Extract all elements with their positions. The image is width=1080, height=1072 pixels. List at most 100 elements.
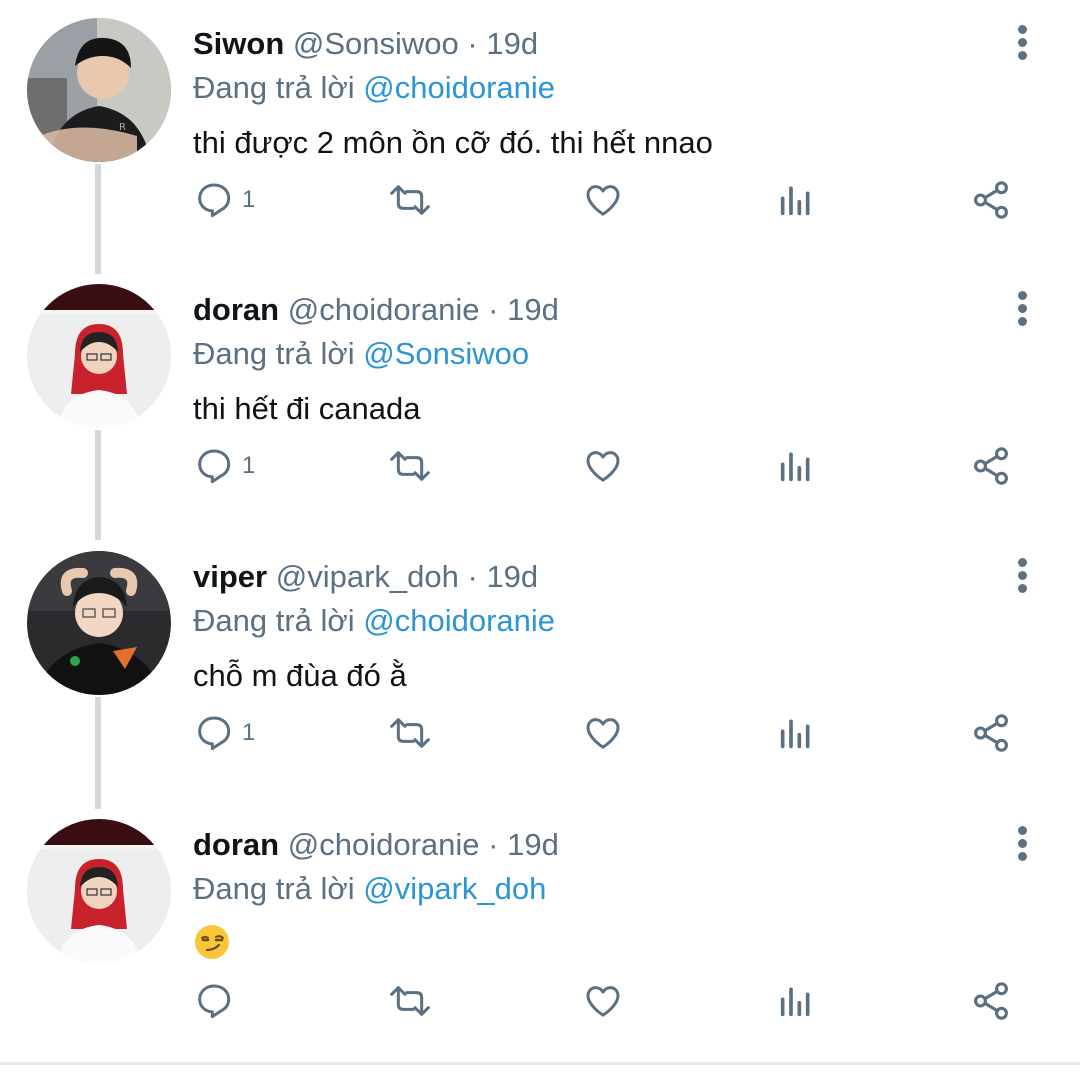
retweet-icon <box>390 451 430 481</box>
more-options-icon[interactable] <box>1004 823 1040 869</box>
replying-to-label: Đang trả lời <box>193 871 355 906</box>
display-name[interactable]: Siwon <box>193 26 284 61</box>
separator-dot: · <box>488 827 499 862</box>
action-bar <box>190 977 1030 1025</box>
retweet-icon <box>390 185 430 215</box>
retweet-button[interactable] <box>386 709 434 757</box>
tweet-text: chỗ m đùa đó ằ <box>193 658 407 693</box>
reply-button[interactable]: 1 <box>194 709 255 757</box>
replying-to-mention[interactable]: @choidoranie <box>363 70 555 105</box>
reply-tweet[interactable]: doran @choidoranie · 19d Đang trả lời @v… <box>0 801 1080 1067</box>
user-handle[interactable]: @Sonsiwoo <box>293 26 459 61</box>
separator-dot: · <box>467 26 478 61</box>
analytics-button[interactable] <box>776 442 816 490</box>
user-handle[interactable]: @choidoranie <box>288 292 480 327</box>
avatar[interactable] <box>27 284 171 428</box>
reply-tweet[interactable]: viper @vipark_doh · 19d Đang trả lời @ch… <box>0 533 1080 809</box>
thread-line <box>95 164 101 274</box>
tweet-header: doran @choidoranie · 19d <box>193 290 559 330</box>
timestamp[interactable]: 19d <box>507 292 559 327</box>
analytics-icon <box>780 987 810 1017</box>
like-icon <box>586 718 620 749</box>
retweet-icon <box>390 986 430 1016</box>
user-handle[interactable]: @choidoranie <box>288 827 480 862</box>
reply-icon <box>198 449 231 484</box>
bottom-divider <box>0 1062 1080 1065</box>
analytics-button[interactable] <box>776 709 816 757</box>
retweet-icon <box>390 718 430 748</box>
like-button[interactable] <box>582 977 624 1025</box>
replying-to-mention[interactable]: @choidoranie <box>363 603 555 638</box>
analytics-button[interactable] <box>776 977 816 1025</box>
share-button[interactable] <box>970 442 1012 490</box>
tweet-text: thi hết đi canada <box>193 391 421 426</box>
timestamp[interactable]: 19d <box>486 26 538 61</box>
action-bar: 1 <box>190 176 1030 224</box>
share-icon <box>974 982 1008 1020</box>
tweet-header: Siwon @Sonsiwoo · 19d <box>193 24 538 64</box>
analytics-button[interactable] <box>776 176 816 224</box>
reply-count: 1 <box>242 452 256 479</box>
tweet-header: doran @choidoranie · 19d <box>193 825 559 865</box>
share-icon <box>974 714 1008 752</box>
like-button[interactable] <box>582 709 624 757</box>
separator-dot: · <box>488 292 499 327</box>
replying-to-line: Đang trả lời @choidoranie <box>193 68 555 108</box>
display-name[interactable]: doran <box>193 292 279 327</box>
action-bar: 1 <box>190 442 1030 490</box>
like-icon <box>586 986 620 1017</box>
user-handle[interactable]: @vipark_doh <box>276 559 459 594</box>
thread-line <box>95 697 101 809</box>
replying-to-line: Đang trả lời @choidoranie <box>193 601 555 641</box>
replying-to-label: Đang trả lời <box>193 70 355 105</box>
reply-icon <box>198 716 231 751</box>
share-button[interactable] <box>970 977 1012 1025</box>
replying-to-label: Đang trả lời <box>193 603 355 638</box>
more-options-icon[interactable] <box>1004 288 1040 334</box>
replying-to-line: Đang trả lời @vipark_doh <box>193 869 546 909</box>
replying-to-mention[interactable]: @vipark_doh <box>363 871 546 906</box>
reply-tweet[interactable]: doran @choidoranie · 19d Đang trả lời @S… <box>0 266 1080 540</box>
display-name[interactable]: viper <box>193 559 267 594</box>
retweet-button[interactable] <box>386 176 434 224</box>
tweet-text <box>193 923 231 972</box>
analytics-icon <box>780 719 810 749</box>
reply-button[interactable]: 1 <box>194 176 255 224</box>
more-options-icon[interactable] <box>1004 22 1040 68</box>
more-options-icon[interactable] <box>1004 555 1040 601</box>
like-icon <box>586 451 620 482</box>
reply-button[interactable]: 1 <box>194 442 255 490</box>
svg-text:R: R <box>119 122 126 133</box>
avatar[interactable] <box>27 819 171 963</box>
reply-button[interactable] <box>194 977 242 1025</box>
share-icon <box>974 181 1008 219</box>
tweet-text: thi được 2 môn ồn cỡ đó. thi hết nnao <box>193 125 713 160</box>
avatar[interactable] <box>27 551 171 695</box>
smirking-face-emoji <box>195 925 229 959</box>
retweet-button[interactable] <box>386 977 434 1025</box>
timestamp[interactable]: 19d <box>507 827 559 862</box>
reply-count: 1 <box>242 186 256 213</box>
share-icon <box>974 447 1008 485</box>
analytics-icon <box>780 452 810 482</box>
replying-to-line: Đang trả lời @Sonsiwoo <box>193 334 529 374</box>
share-button[interactable] <box>970 176 1012 224</box>
replying-to-mention[interactable]: @Sonsiwoo <box>363 336 529 371</box>
like-button[interactable] <box>582 442 624 490</box>
retweet-button[interactable] <box>386 442 434 490</box>
avatar[interactable]: R <box>27 18 171 162</box>
like-button[interactable] <box>582 176 624 224</box>
share-button[interactable] <box>970 709 1012 757</box>
thread-line <box>95 430 101 540</box>
reply-icon <box>198 183 231 218</box>
separator-dot: · <box>467 559 478 594</box>
display-name[interactable]: doran <box>193 827 279 862</box>
replying-to-label: Đang trả lời <box>193 336 355 371</box>
timestamp[interactable]: 19d <box>486 559 538 594</box>
reply-count: 1 <box>242 719 256 746</box>
like-icon <box>586 185 620 216</box>
action-bar: 1 <box>190 709 1030 757</box>
reply-tweet[interactable]: R Siwon @Sonsiwoo · 19d Đang trả lời @ch… <box>0 0 1080 274</box>
analytics-icon <box>780 186 810 216</box>
reply-icon <box>198 984 231 1019</box>
